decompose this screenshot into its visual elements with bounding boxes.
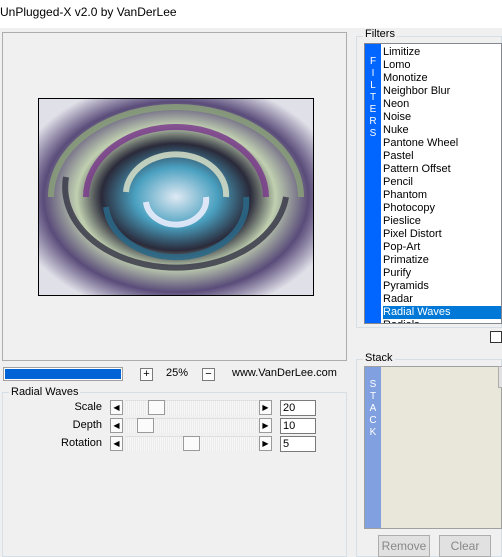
param-value-input[interactable]: 20 [280,400,316,416]
slider-thumb[interactable] [148,400,165,415]
param-label: Rotation [61,437,102,449]
band-letter: I [371,68,375,79]
filter-item[interactable]: Pop-Art [383,241,501,254]
filter-item[interactable]: Monotize [383,72,501,85]
window-title: UnPlugged-X v2.0 by VanDerLee [0,5,177,19]
filter-item[interactable]: Neon [383,98,501,111]
stack-band: S T A C K [365,367,381,528]
filter-item[interactable]: Phantom [383,189,501,202]
filters-label: Filters [363,28,397,40]
slider-right-button[interactable]: ▶ [259,436,272,451]
filter-item[interactable]: Pastel [383,150,501,163]
filter-item[interactable]: Pantone Wheel [383,137,501,150]
stack-list[interactable]: S T A C K [364,366,502,529]
zoom-in-button[interactable]: + [140,368,153,381]
filter-checkbox[interactable] [490,331,502,343]
band-letter: E [369,104,377,115]
band-letter: R [369,116,377,127]
slider-thumb[interactable] [183,436,200,451]
slider-left-button[interactable]: ◀ [110,418,123,433]
band-letter: S [369,379,377,390]
band-letter: K [369,427,377,438]
filter-item[interactable]: Radial Waves [383,306,501,319]
param-slider[interactable] [125,400,258,415]
slider-thumb[interactable] [137,418,154,433]
filter-list[interactable]: F I L T E R S Limitize Lomo Monotize Neighb… [364,43,502,324]
filter-item[interactable]: Radar [383,293,501,306]
slider-left-button[interactable]: ◀ [110,400,123,415]
website-link[interactable]: www.VanDerLee.com [232,367,337,379]
filter-item[interactable]: Neighbor Blur [383,85,501,98]
param-label: Scale [74,401,102,413]
filters-band: F I L T E R S [365,44,381,323]
stack-side-button[interactable] [498,366,502,388]
slider-left-button[interactable]: ◀ [110,436,123,451]
band-letter: C [369,415,377,426]
progress-bar [3,367,123,381]
param-label: Depth [72,419,102,431]
filter-item[interactable]: Photocopy [383,202,501,215]
clear-button[interactable]: Clear [439,535,491,557]
band-letter: A [369,403,377,414]
filter-item[interactable]: Limitize [383,46,501,59]
title-bar: UnPlugged-X v2.0 by VanDerLee [0,0,502,28]
filter-item[interactable]: Pattern Offset [383,163,501,176]
filter-item[interactable]: Nuke [383,124,501,137]
band-letter: F [369,56,377,67]
param-value-input[interactable]: 10 [280,418,316,434]
band-letter: L [370,80,376,91]
slider-right-button[interactable]: ▶ [259,418,272,433]
filter-item[interactable]: Pencil [383,176,501,189]
params-group-label: Radial Waves [9,386,81,398]
filter-item[interactable]: Noise [383,111,501,124]
preview-image[interactable] [38,98,314,296]
zoom-out-button[interactable]: − [202,368,215,381]
filter-item[interactable]: Pixel Distort [383,228,501,241]
filter-item[interactable]: Lomo [383,59,501,72]
param-value-input[interactable]: 5 [280,436,316,452]
params-group [2,392,347,557]
filter-item[interactable]: Pyramids [383,280,501,293]
band-letter: S [369,128,377,139]
preview-panel [2,32,347,361]
stack-label: Stack [363,352,395,364]
band-letter: T [369,92,377,103]
remove-button[interactable]: Remove [378,535,430,557]
filter-item[interactable]: Radials [383,319,501,323]
slider-right-button[interactable]: ▶ [259,400,272,415]
filter-item[interactable]: Pieslice [383,215,501,228]
filter-item[interactable]: Primatize [383,254,501,267]
filter-item[interactable]: Purify [383,267,501,280]
band-letter: T [369,391,377,402]
zoom-level: 25% [166,367,189,379]
